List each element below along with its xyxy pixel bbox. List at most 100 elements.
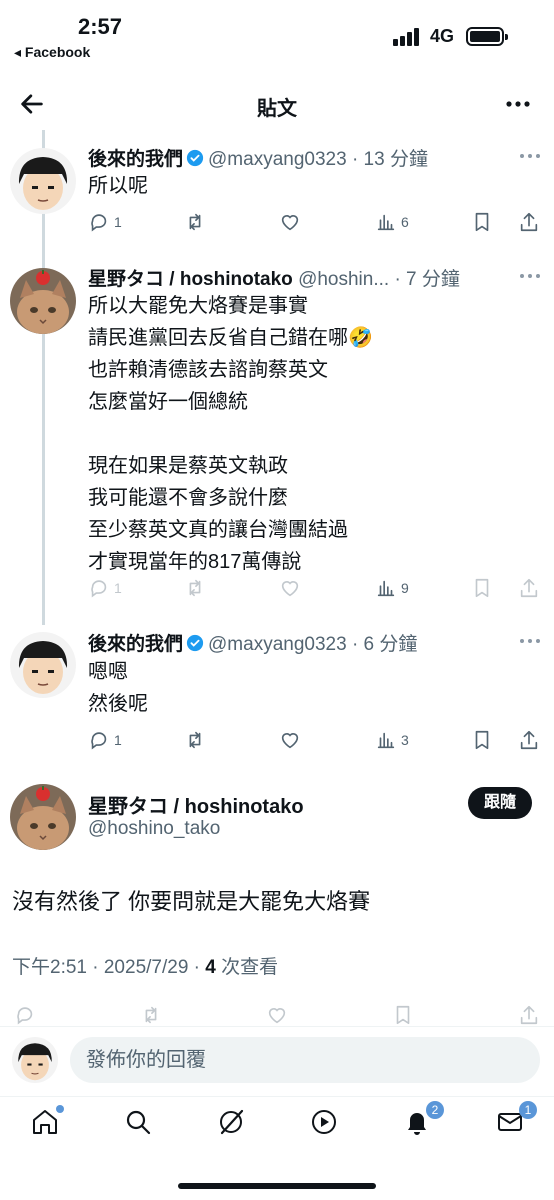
tweet-line: 現在如果是蔡英文執政: [88, 455, 288, 477]
tweet-more-icon[interactable]: [520, 637, 542, 645]
home-unread-dot: [56, 1105, 64, 1113]
views-count: 3: [401, 732, 409, 748]
network-label: 4G: [430, 26, 455, 46]
reply-input[interactable]: [70, 1037, 540, 1083]
views-action-wrap: 9: [375, 573, 435, 603]
tab-messages[interactable]: 1: [495, 1101, 537, 1141]
analytics-icon: [377, 732, 395, 749]
bookmark-button[interactable]: [471, 725, 493, 755]
reply-button[interactable]: 1: [88, 207, 122, 237]
reply-button[interactable]: 1: [88, 573, 122, 603]
views-label: 次查看: [215, 957, 279, 978]
reply-count: 1: [114, 580, 122, 596]
handle-and-time: @maxyang0323 · 6 分鐘: [208, 634, 418, 655]
avatar[interactable]: [10, 148, 76, 214]
repost-button[interactable]: [184, 207, 206, 237]
avatar[interactable]: [10, 632, 76, 698]
analytics-icon: [377, 214, 395, 231]
tweet-line: 怎麼當好一個總統: [88, 391, 248, 413]
reply-icon: [91, 214, 107, 232]
tab-grok[interactable]: [216, 1107, 250, 1141]
reply-composer: [0, 1026, 554, 1096]
tweet-header: 後來的我們 @maxyang0323 · 13 分鐘: [88, 144, 428, 171]
repost-icon: [189, 731, 201, 749]
display-name[interactable]: 星野タコ / hoshinotako: [88, 790, 304, 819]
views-count: 6: [401, 214, 409, 230]
reply-icon: [17, 1007, 33, 1025]
tab-search[interactable]: [123, 1107, 157, 1141]
analytics-icon: [377, 580, 395, 597]
follow-button[interactable]: 跟隨: [468, 787, 532, 819]
tweet-actions: 1: [88, 573, 542, 603]
grok-icon: [220, 1109, 244, 1135]
messages-badge: 1: [519, 1101, 537, 1119]
tweet-header: 星野タコ / hoshinotako @hoshin... · 7 分鐘: [88, 264, 460, 291]
avatar[interactable]: [12, 1037, 58, 1083]
tweet-more-icon[interactable]: [520, 152, 542, 160]
bookmark-button[interactable]: [471, 573, 493, 603]
tweet-timestamp: 下午2:51 · 2025/7/29 · 4 次查看: [12, 952, 278, 979]
page-title: 貼文: [257, 98, 297, 120]
verified-badge-icon: [186, 634, 204, 652]
tab-notifications[interactable]: 2: [402, 1101, 444, 1141]
tweet-actions: 1 6: [88, 207, 542, 237]
repost-button[interactable]: [184, 725, 206, 755]
bookmark-icon: [475, 578, 489, 598]
more-options-icon[interactable]: [504, 90, 532, 118]
display-name[interactable]: 星野タコ / hoshinotako: [88, 269, 293, 290]
repost-button[interactable]: [184, 573, 206, 603]
bookmark-icon: [475, 212, 489, 232]
tweet-text: 嗯嗯 然後呢: [88, 656, 148, 720]
home-indicator: [178, 1183, 376, 1189]
display-name[interactable]: 後來的我們: [88, 634, 183, 655]
views-button[interactable]: 9: [375, 573, 409, 603]
battery-icon: [466, 27, 508, 46]
views-button[interactable]: 3: [375, 725, 409, 755]
views-button[interactable]: 6: [375, 207, 409, 237]
share-button[interactable]: [518, 207, 540, 237]
post-header: 貼文: [0, 78, 554, 130]
status-bar: 2:57 ◂ Facebook 4G: [0, 0, 554, 70]
tweet-line: 然後呢: [88, 693, 148, 715]
tweet-header: 後來的我們 @maxyang0323 · 6 分鐘: [88, 629, 417, 656]
tweet-line: 我可能還不會多說什麼: [88, 487, 288, 509]
reply-count: 1: [114, 214, 122, 230]
heart-icon: [268, 1008, 286, 1024]
display-name[interactable]: 後來的我們: [88, 149, 183, 170]
main-tweet-text: 沒有然後了 你要問就是大罷免大烙賽: [12, 889, 371, 914]
tweet-text: 所以大罷免大烙賽是事實 請民進黨回去反省自己錯在哪🤣 也許賴清德該去諮詢蔡英文 …: [88, 290, 373, 578]
tweet-line: 嗯嗯: [88, 661, 128, 683]
signal-icon: [393, 28, 421, 46]
like-button[interactable]: [279, 573, 301, 603]
like-button[interactable]: [279, 207, 301, 237]
handle-and-time: @maxyang0323 · 13 分鐘: [208, 149, 428, 170]
heart-icon: [281, 581, 299, 597]
handle[interactable]: @hoshino_tako: [88, 818, 220, 840]
notifications-badge: 2: [426, 1101, 444, 1119]
tab-video[interactable]: [309, 1107, 343, 1141]
handle-and-time: @hoshin... · 7 分鐘: [298, 269, 460, 290]
share-icon: [520, 730, 538, 750]
avatar[interactable]: [10, 268, 76, 334]
tweet-line: 請民進黨回去反省自己錯在哪🤣: [88, 327, 373, 349]
share-button[interactable]: [518, 725, 540, 755]
tab-home[interactable]: [30, 1105, 64, 1141]
tweet-line: 所以大罷免大烙賽是事實: [88, 295, 308, 317]
reply-button[interactable]: 1: [88, 725, 122, 755]
repost-icon: [189, 579, 201, 597]
verified-badge-icon: [186, 149, 204, 167]
repost-icon: [145, 1006, 157, 1024]
views-total: 4: [205, 957, 216, 978]
avatar[interactable]: [10, 784, 76, 850]
bookmark-button[interactable]: [471, 207, 493, 237]
heart-icon: [281, 215, 299, 231]
share-icon: [520, 578, 538, 598]
share-button[interactable]: [518, 573, 540, 603]
views-count: 9: [401, 580, 409, 596]
timestamp-text: 下午2:51 · 2025/7/29 ·: [12, 957, 206, 978]
play-icon: [312, 1110, 336, 1134]
tweet-more-icon[interactable]: [520, 272, 542, 280]
like-button[interactable]: [279, 725, 301, 755]
reply-count: 1: [114, 732, 122, 748]
back-to-app-link[interactable]: ◂ Facebook: [14, 44, 90, 61]
